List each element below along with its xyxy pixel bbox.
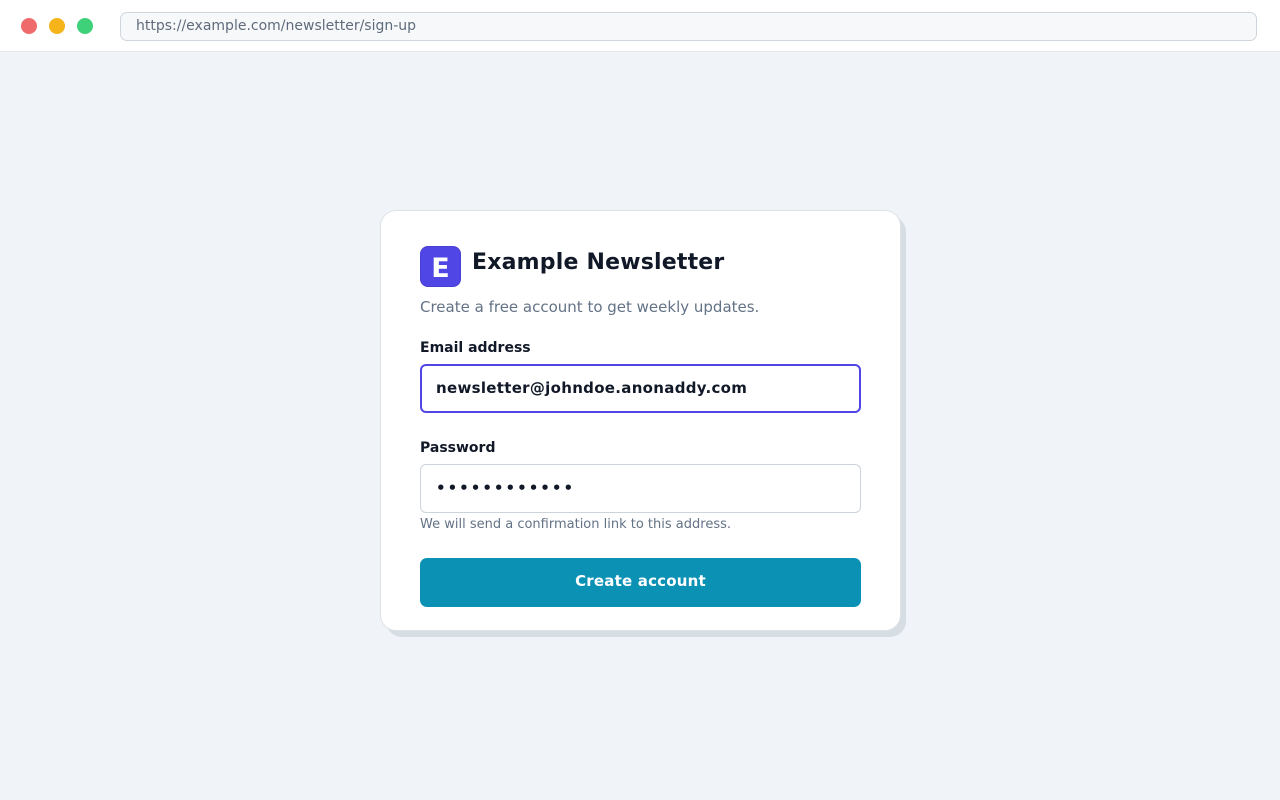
page-subtitle: Create a free account to get weekly upda… xyxy=(420,298,760,316)
address-bar[interactable]: https://example.com/newsletter/sign-up xyxy=(120,12,1257,41)
minimize-window-icon[interactable] xyxy=(49,18,65,34)
email-label: Email address xyxy=(420,340,531,356)
confirmation-helper-text: We will send a confirmation link to this… xyxy=(420,517,731,532)
create-account-button[interactable]: Create account xyxy=(420,558,861,607)
page-title: Example Newsletter xyxy=(472,250,725,275)
close-window-icon[interactable] xyxy=(21,18,37,34)
email-input[interactable]: newsletter@johndoe.anonaddy.com xyxy=(420,364,861,413)
password-input[interactable]: •••••••••••• xyxy=(420,464,861,513)
maximize-window-icon[interactable] xyxy=(77,18,93,34)
newsletter-logo-icon: E xyxy=(420,246,461,287)
password-label: Password xyxy=(420,440,496,456)
signup-card: E Example Newsletter Create a free accou… xyxy=(380,210,901,631)
browser-toolbar: https://example.com/newsletter/sign-up xyxy=(0,0,1280,52)
